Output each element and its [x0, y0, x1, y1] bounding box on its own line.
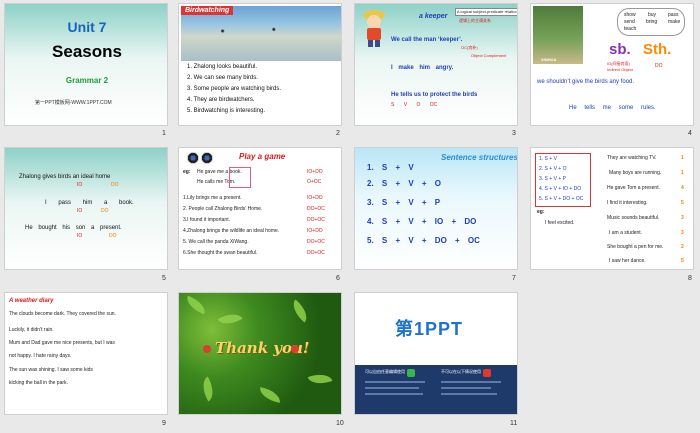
sentence-6: I am a student. — [609, 230, 643, 236]
slide-number: 6 — [336, 275, 340, 282]
slide-number: 4 — [688, 130, 692, 137]
diary-line-4: not happy. I hate rainy days. — [9, 353, 72, 359]
sentence-4: I find it interesting. — [607, 200, 648, 206]
eg-line: I feel excited. — [545, 220, 575, 226]
slide-5[interactable]: Zhalong gives birds an ideal home IO DO … — [4, 147, 168, 270]
heading: a keeper — [419, 13, 448, 20]
slide-banner: Birdwatching — [181, 6, 234, 15]
sentence-8: I saw her dance. — [609, 258, 646, 264]
slide-subtitle: Seasons — [52, 42, 122, 61]
oc-note-en: Object Complement — [471, 53, 507, 58]
slide-8[interactable]: 1. S + V 2. S + V + O 3. S + V + P 4. S … — [530, 147, 694, 270]
verb-bubble: show send teach buy bring pass make — [617, 8, 685, 36]
slide-7[interactable]: Sentence structures 1. S + V 2. S + V + … — [354, 147, 518, 270]
big-sb: sb. — [609, 41, 631, 58]
slide-9[interactable]: A weather diary The clouds become dark. … — [4, 292, 168, 415]
slide-6[interactable]: Play a game eg: He gave me a book. He ca… — [178, 147, 342, 270]
item-2: 2. People call Zhalong Birds’ Home. — [183, 206, 263, 212]
line-2: He tells me some rules. — [569, 105, 656, 111]
slide-number: 11 — [510, 420, 518, 427]
io-label: IO(间接宾语) — [607, 61, 630, 66]
slide-2[interactable]: Birdwatching 1. Zhalong looks beautiful.… — [178, 3, 342, 126]
photo-caption: XINHUA — [541, 57, 557, 62]
row-4: 4. S + V + IO + DO — [367, 217, 477, 226]
diary-line-6: kicking the ball in the park. — [9, 380, 68, 386]
slide-10[interactable]: Thank you! — [178, 292, 342, 415]
item-6: 6.She thought the swan beautiful. — [183, 250, 258, 256]
eg-label: eg: — [537, 209, 545, 215]
line-5: 5. Birdwatching is interesting. — [187, 108, 266, 114]
diary-line-5: The sun was shining. I saw some kids — [9, 367, 93, 373]
row-3: 3. S + V + P — [367, 198, 441, 207]
line-1: 1. Zhalong looks beautiful. — [187, 64, 258, 70]
line-2: I make him angry. — [391, 65, 454, 71]
slide-number: 8 — [688, 275, 692, 282]
item-3: 3.I found it important. — [183, 217, 230, 223]
eg-label: eg: — [183, 169, 191, 175]
row-1: 1. S + V — [367, 163, 414, 172]
check-icon — [407, 369, 415, 377]
slide-number: 5 — [162, 275, 166, 282]
item-4: 4.Zhalong brings the wildlife an ideal h… — [183, 228, 280, 234]
slide-footer: 第一PPT模板网-WWW.1PPT.COM — [35, 100, 112, 106]
row-2: 2. S + V + O — [367, 179, 442, 188]
sentence-7: She bought a pen for me. — [607, 244, 664, 250]
line-1: Zhalong gives birds an ideal home — [19, 174, 111, 180]
diary-line-3: Mum and Dad gave me nice presents, but I… — [9, 340, 115, 346]
line-1: we shouldn’t give the birds any food. — [537, 79, 635, 85]
item-1: 1.Lily brings me a present. — [183, 195, 242, 201]
item-5: 5. We call the panda XiWang. — [183, 239, 249, 245]
line-2: 2. We can see many birds. — [187, 75, 258, 81]
slide-1[interactable]: Unit 7 Seasons Grammar 2 第一PPT模板网-WWW.1P… — [4, 3, 168, 126]
sentence-1: They are watching TV. — [607, 155, 657, 161]
xinhua-photo — [533, 6, 583, 64]
slide-number: 2 — [336, 130, 340, 137]
col-2-title: 不可以在以下情况使用 — [441, 369, 481, 374]
flower-icon — [203, 345, 211, 353]
flower-icon — [291, 345, 299, 353]
ppt-logo: 第1PPT — [395, 319, 464, 339]
keeper-cartoon-icon — [361, 7, 387, 47]
cross-icon — [483, 369, 491, 377]
line-1: We call the man ‘keeper’. — [391, 37, 463, 43]
sentence-2: Many boys are running. — [609, 170, 662, 176]
note-zh: 逻辑上的主谓关系 — [459, 18, 491, 23]
note-box: A logical subject-predicate relation — [455, 8, 518, 16]
slide-number: 9 — [162, 420, 166, 427]
slide-11[interactable]: 第1PPT 可以自由任意编辑使用 不可以在以下情况使用 — [354, 292, 518, 415]
slide-banner: Sentence structures — [441, 153, 518, 162]
line-3: 3. Some people are watching birds. — [187, 86, 282, 92]
do-label: DO — [655, 63, 663, 69]
sentence-5: Music sounds beautiful. — [607, 215, 660, 221]
slide-title: A weather diary — [9, 298, 54, 304]
slide-section: Grammar 2 — [65, 76, 109, 85]
line-4: 4. They are birdwatchers. — [187, 97, 255, 103]
oc-note: OC(宾补) — [461, 45, 478, 50]
eg-2-tag: O+OC — [307, 179, 322, 185]
structure-box: 1. S + V 2. S + V + O 3. S + V + P 4. S … — [535, 153, 591, 207]
eg-1-tag: IO+DO — [307, 169, 323, 175]
tags-line-3: S V O OC — [391, 102, 438, 108]
col-1-title: 可以自由任意编辑使用 — [365, 369, 405, 374]
line-3: He tells us to protect the birds — [391, 92, 478, 98]
highlight-box — [229, 167, 251, 188]
slide-title: Unit 7 — [67, 19, 107, 35]
sentence-3: He gave Tom a present. — [607, 185, 660, 191]
line-2: I pass him a book. — [45, 200, 134, 206]
io-label-en: Indirect Object — [607, 67, 633, 72]
slide-banner: Play a game — [239, 152, 286, 161]
slide-number: 3 — [512, 130, 516, 137]
slide-number: 1 — [162, 130, 166, 137]
slide-number: 7 — [512, 275, 516, 282]
camera-icon — [187, 152, 199, 164]
slide-number: 10 — [336, 420, 344, 427]
row-5: 5. S + V + DO + OC — [367, 236, 480, 245]
diary-line-1: The clouds become dark. They covered the… — [9, 311, 116, 317]
diary-line-2: Luckily, it didn’t rain. — [9, 327, 54, 333]
slide-4[interactable]: XINHUA show send teach buy bring pass ma… — [530, 3, 694, 126]
big-sth: Sth. — [643, 41, 672, 58]
slide-3[interactable]: a keeper A logical subject-predicate rel… — [354, 3, 518, 126]
camera-icon — [201, 152, 213, 164]
line-3: He bought his son a present. — [25, 225, 122, 231]
